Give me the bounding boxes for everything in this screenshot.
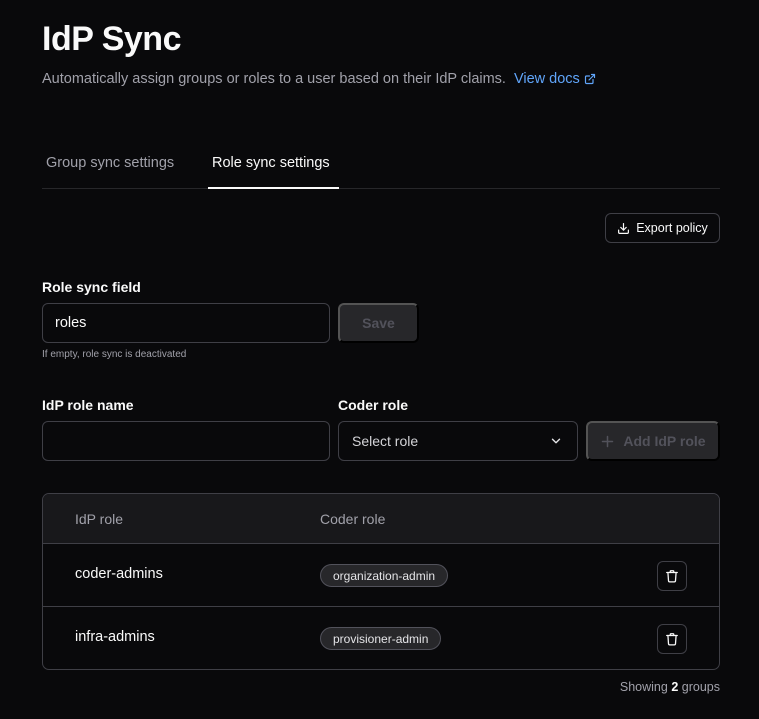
idp-role-cell: infra-admins: [75, 629, 155, 645]
trash-icon: [666, 633, 678, 646]
export-policy-label: Export policy: [636, 221, 708, 235]
column-header-idp-role: IdP role: [75, 511, 123, 527]
coder-role-badge: provisioner-admin: [320, 627, 442, 650]
idp-role-name-label: IdP role name: [42, 397, 134, 413]
column-header-coder-role: Coder role: [320, 511, 386, 527]
settings-tabs: Group sync settings Role sync settings: [42, 140, 720, 189]
role-mapping-table: IdP role Coder role coder-admins organiz…: [42, 493, 720, 670]
role-sync-field-label: Role sync field: [42, 279, 141, 295]
role-sync-helper-text: If empty, role sync is deactivated: [42, 349, 187, 360]
external-link-icon: [584, 73, 595, 85]
table-footer-count: Showing 2 groups: [620, 680, 720, 694]
view-docs-label: View docs: [513, 71, 580, 87]
export-policy-button[interactable]: Export policy: [605, 213, 720, 243]
delete-row-button[interactable]: [657, 561, 687, 591]
delete-row-button[interactable]: [657, 624, 687, 654]
view-docs-link[interactable]: View docs: [514, 71, 596, 87]
role-sync-field-input[interactable]: [42, 303, 330, 343]
footer-count: 2: [671, 680, 679, 694]
tab-role-sync[interactable]: Role sync settings: [212, 155, 330, 171]
idp-role-cell: coder-admins: [75, 566, 163, 582]
footer-prefix: Showing: [619, 680, 668, 694]
add-idp-role-label: Add IdP role: [623, 433, 706, 449]
trash-icon: [666, 570, 678, 583]
table-row: infra-admins provisioner-admin: [43, 607, 719, 669]
footer-suffix: groups: [681, 680, 720, 694]
idp-role-name-input[interactable]: [42, 421, 330, 461]
table-row: coder-admins organization-admin: [43, 544, 719, 607]
subtitle-text: Automatically assign groups or roles to …: [42, 71, 506, 87]
coder-role-select[interactable]: Select role: [338, 421, 578, 461]
active-tab-indicator: [208, 187, 339, 189]
plus-icon: [602, 435, 614, 447]
table-header: IdP role Coder role: [43, 494, 719, 544]
download-icon: [618, 222, 630, 234]
coder-role-label: Coder role: [338, 397, 409, 413]
save-button[interactable]: Save: [338, 303, 419, 343]
coder-role-badge: organization-admin: [320, 564, 449, 587]
page-title: IdP Sync: [42, 20, 182, 58]
idp-sync-page: IdP Sync Automatically assign groups or …: [0, 0, 759, 719]
page-subtitle: Automatically assign groups or roles to …: [42, 71, 596, 87]
tab-group-sync[interactable]: Group sync settings: [46, 155, 174, 171]
add-idp-role-button[interactable]: Add IdP role: [586, 421, 720, 461]
chevron-down-icon: [551, 438, 561, 444]
coder-role-placeholder: Select role: [352, 433, 419, 449]
save-label: Save: [362, 315, 395, 331]
